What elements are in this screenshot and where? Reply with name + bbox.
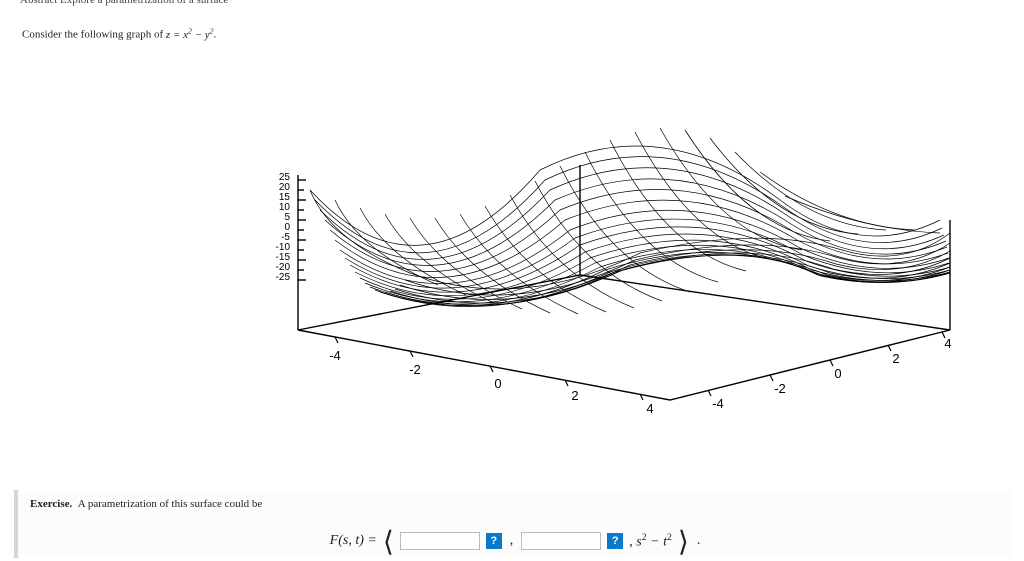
problem-prompt: Consider the following graph of z = x2 −…: [22, 26, 216, 41]
page-header-crop: Abstract Explore a parametrization of a …: [20, 0, 228, 6]
prompt-tail: .: [214, 29, 217, 41]
formula-period: .: [695, 533, 703, 549]
formula-tail: , s2 − t2: [629, 532, 672, 551]
svg-text:2: 2: [892, 351, 899, 366]
svg-text:-2: -2: [409, 362, 421, 377]
svg-text:-4: -4: [329, 348, 341, 363]
svg-text:-2: -2: [774, 381, 786, 396]
svg-text:0: 0: [834, 366, 841, 381]
svg-text:4: 4: [646, 401, 653, 416]
hint-button-1[interactable]: ?: [486, 533, 502, 549]
formula-comma-1: ,: [508, 533, 516, 549]
prompt-lead: Consider the following graph of: [22, 29, 166, 41]
svg-text:-25: -25: [276, 272, 291, 283]
svg-text:0: 0: [494, 376, 501, 391]
formula-lhs: F(s, t) =: [330, 533, 377, 549]
hint-button-2[interactable]: ?: [607, 533, 623, 549]
svg-text:-4: -4: [712, 396, 724, 411]
answer-blank-2[interactable]: [521, 532, 601, 550]
exercise-text: A parametrization of this surface could …: [78, 498, 263, 510]
exercise-block: Exercise. A parametrization of this surf…: [14, 490, 1012, 558]
answer-blank-1[interactable]: [400, 532, 480, 550]
svg-text:4: 4: [944, 336, 951, 351]
exercise-heading: Exercise. A parametrization of this surf…: [30, 498, 1002, 510]
parametrization-formula: F(s, t) = ⟨ ? , ? , s2 − t2 ⟩.: [30, 532, 1002, 551]
surface-graph: 25 20 15 10 5 0 -5 -10 -15 -20 -25: [240, 80, 960, 440]
exercise-label: Exercise.: [30, 498, 72, 510]
svg-text:2: 2: [571, 388, 578, 403]
prompt-equation: z = x2 − y2: [166, 29, 214, 41]
